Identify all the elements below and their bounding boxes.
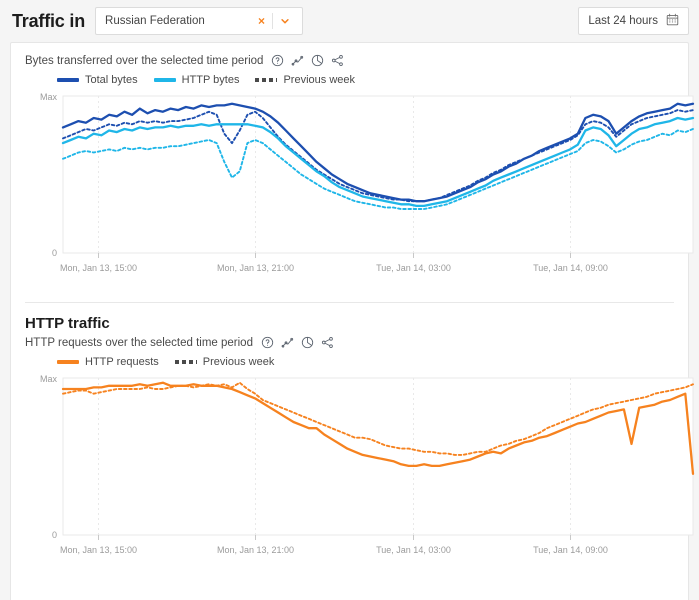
- svg-text:Mon, Jan 13, 15:00: Mon, Jan 13, 15:00: [60, 263, 137, 273]
- page-title: Traffic in: [12, 10, 86, 31]
- svg-text:Tue, Jan 14, 09:00: Tue, Jan 14, 09:00: [533, 545, 608, 555]
- clear-icon[interactable]: ×: [251, 15, 272, 27]
- legend-item-total-bytes[interactable]: Total bytes: [57, 74, 138, 86]
- svg-text:Mon, Jan 13, 21:00: Mon, Jan 13, 21:00: [217, 263, 294, 273]
- http-chart[interactable]: Mon, Jan 13, 15:00 Mon, Jan 13, 21:00 Tue,…: [25, 370, 695, 570]
- bytes-subtitle-row: Bytes transferred over the selected time…: [25, 54, 674, 67]
- traffic-card: Bytes transferred over the selected time…: [10, 42, 695, 600]
- legend-label-previous-week: Previous week: [283, 74, 356, 86]
- legend-swatch-total-bytes: [57, 78, 79, 82]
- legend-swatch-previous-week: [174, 360, 197, 364]
- bytes-chart-svg: Mon, Jan 13, 15:00 Mon, Jan 13, 21:00 Tue,…: [40, 92, 695, 273]
- share-icon[interactable]: [321, 336, 334, 349]
- svg-text:Max: Max: [40, 92, 58, 102]
- legend-label-http-bytes: HTTP bytes: [181, 74, 240, 86]
- http-traffic-section: HTTP traffic HTTP requests over the sele…: [11, 303, 695, 570]
- http-traffic-title: HTTP traffic: [25, 315, 110, 332]
- svg-text:Mon, Jan 13, 21:00: Mon, Jan 13, 21:00: [217, 545, 294, 555]
- legend-item-previous-week[interactable]: Previous week: [255, 74, 355, 86]
- pie-chart-icon[interactable]: [301, 336, 314, 349]
- legend-label-total-bytes: Total bytes: [85, 74, 138, 86]
- svg-text:Tue, Jan 14, 09:00: Tue, Jan 14, 09:00: [533, 263, 608, 273]
- country-select[interactable]: Russian Federation ×: [95, 7, 304, 35]
- http-subtitle: HTTP requests over the selected time per…: [25, 336, 253, 349]
- http-subtitle-row: HTTP requests over the selected time per…: [25, 336, 674, 349]
- time-range-label: Last 24 hours: [588, 15, 658, 27]
- legend-label-http-requests: HTTP requests: [85, 356, 159, 368]
- svg-text:Mon, Jan 13, 15:00: Mon, Jan 13, 15:00: [60, 545, 137, 555]
- pie-chart-icon[interactable]: [311, 54, 324, 67]
- bytes-chart[interactable]: Mon, Jan 13, 15:00 Mon, Jan 13, 21:00 Tue,…: [25, 88, 695, 288]
- legend-swatch-http-requests: [57, 360, 79, 364]
- http-icon-row: [261, 336, 334, 349]
- svg-text:Max: Max: [40, 374, 58, 384]
- top-bar: Traffic in Russian Federation × Last 24 …: [0, 0, 699, 42]
- legend-item-previous-week[interactable]: Previous week: [174, 356, 275, 368]
- bytes-icon-row: [271, 54, 344, 67]
- legend-swatch-previous-week: [255, 78, 278, 82]
- help-circle-icon[interactable]: [271, 54, 284, 67]
- bytes-subtitle: Bytes transferred over the selected time…: [25, 54, 264, 67]
- country-select-value: Russian Federation: [105, 15, 205, 27]
- share-icon[interactable]: [331, 54, 344, 67]
- http-legend: HTTP requests Previous week: [57, 356, 674, 368]
- legend-label-previous-week: Previous week: [202, 356, 275, 368]
- http-chart-svg: Mon, Jan 13, 15:00 Mon, Jan 13, 21:00 Tue,…: [40, 374, 695, 555]
- svg-text:Tue, Jan 14, 03:00: Tue, Jan 14, 03:00: [376, 545, 451, 555]
- time-range-button[interactable]: Last 24 hours: [578, 7, 689, 35]
- legend-item-http-requests[interactable]: HTTP requests: [57, 356, 159, 368]
- calendar-icon: [666, 13, 679, 29]
- compare-icon[interactable]: [281, 336, 294, 349]
- svg-text:0: 0: [52, 248, 57, 258]
- compare-icon[interactable]: [291, 54, 304, 67]
- help-circle-icon[interactable]: [261, 336, 274, 349]
- legend-swatch-http-bytes: [153, 78, 176, 82]
- svg-text:Tue, Jan 14, 03:00: Tue, Jan 14, 03:00: [376, 263, 451, 273]
- svg-text:0: 0: [52, 530, 57, 540]
- bytes-legend: Total bytes HTTP bytes Previous week: [57, 74, 674, 86]
- bytes-section: Bytes transferred over the selected time…: [11, 43, 695, 288]
- chevron-down-icon[interactable]: [273, 16, 296, 26]
- legend-item-http-bytes[interactable]: HTTP bytes: [153, 74, 240, 86]
